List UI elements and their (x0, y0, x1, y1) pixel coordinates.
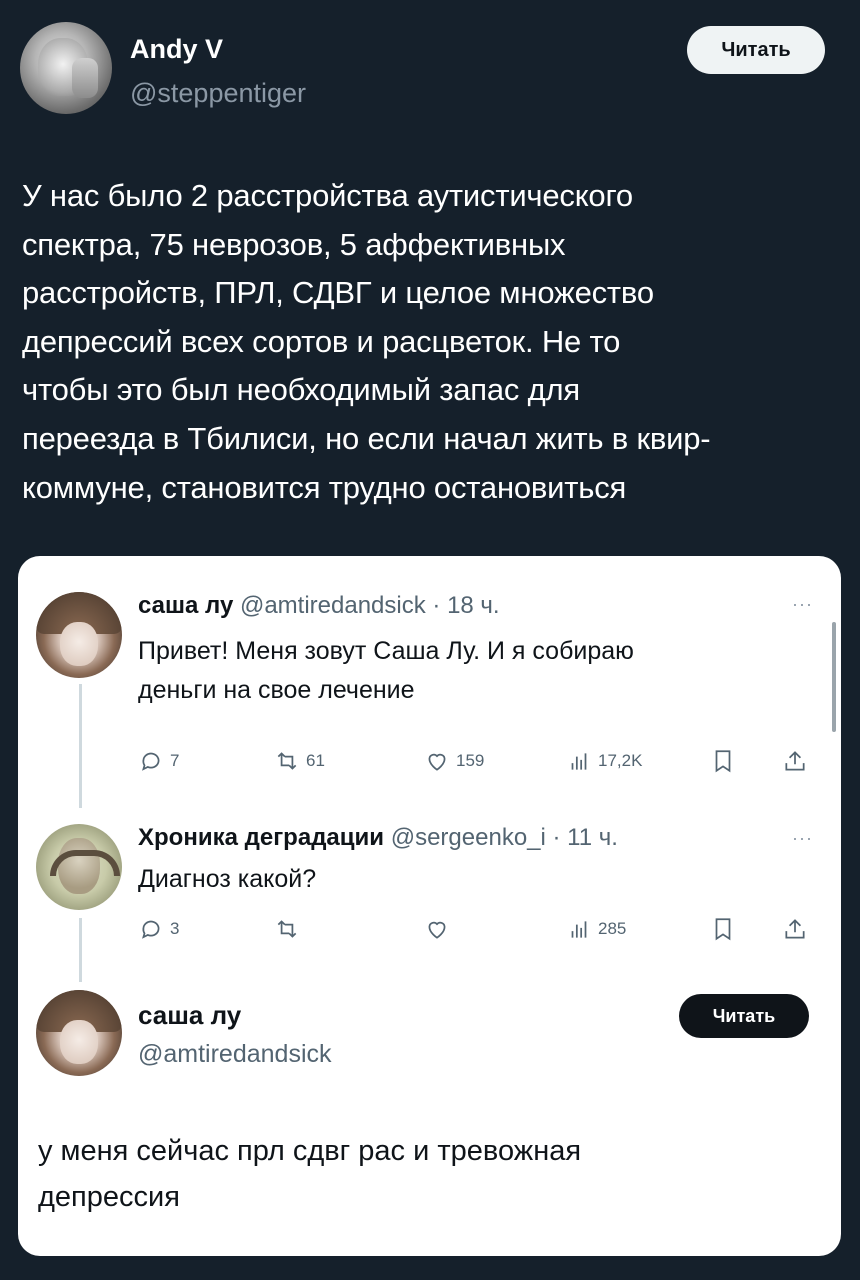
reply-button[interactable]: 3 (138, 914, 179, 944)
repost-button[interactable] (274, 914, 306, 944)
repost-button[interactable]: 61 (274, 746, 325, 776)
reply-count: 3 (170, 919, 180, 938)
tweet-text-line: расстройств, ПРЛ, СДВГ и целое множество (22, 275, 654, 311)
thread-line (79, 918, 82, 982)
views-button[interactable]: 17,2K (566, 746, 642, 776)
post2-avatar[interactable] (36, 824, 122, 910)
share-button[interactable] (782, 914, 808, 944)
views-icon (571, 921, 587, 938)
bookmark-icon (715, 750, 731, 773)
reply-count: 7 (170, 751, 180, 770)
post3-name[interactable]: саша лу (138, 1000, 241, 1031)
tweet-text-line: депрессий всех сортов и расцветок. Не то (22, 323, 621, 359)
headphones-icon (50, 850, 120, 876)
tweet-text-line: чтобы это был необходимый запас для (22, 372, 580, 408)
bookmark-button[interactable] (710, 914, 736, 944)
author-avatar[interactable] (20, 22, 112, 114)
repost-icon (277, 752, 297, 770)
post1-text-line: Привет! Меня зовут Саша Лу. И я собираю (138, 637, 634, 665)
post2-actions: 3 285 (138, 914, 828, 944)
heart-icon (428, 753, 446, 771)
like-count: 159 (456, 751, 485, 770)
bookmark-button[interactable] (710, 746, 736, 776)
post1-text: Привет! Меня зовут Саша Лу. И я собираю … (138, 632, 634, 710)
thread-line (79, 684, 82, 808)
tweet-text-line: спектра, 75 неврозов, 5 аффективных (22, 226, 566, 262)
post2-handle[interactable]: @sergeenko_i (391, 824, 546, 851)
post1-actions: 7 61 159 17,2K (138, 746, 828, 776)
views-count: 17,2K (598, 751, 643, 770)
post1-header: саша лу @amtiredandsick · 18 ч. (138, 592, 500, 620)
avatar-hand (72, 58, 98, 98)
post2-name[interactable]: Хроника деградации (138, 824, 384, 851)
follow-button[interactable]: Читать (687, 26, 825, 74)
like-button[interactable]: 159 (424, 746, 484, 776)
post3-text-line: депрессия (38, 1181, 180, 1213)
reply-icon (142, 920, 160, 939)
views-icon (571, 753, 587, 770)
share-icon (785, 751, 805, 771)
author-name[interactable]: Andy V (130, 34, 223, 65)
post1-avatar[interactable] (36, 592, 122, 678)
post2-more-icon[interactable]: ··· (792, 828, 813, 849)
post1-time: · 18 ч. (432, 592, 500, 619)
post2-time: · 11 ч. (552, 824, 618, 851)
post1-name[interactable]: саша лу (138, 592, 233, 619)
post3-text: у меня сейчас прл сдвг рас и тревожная д… (38, 1128, 818, 1220)
post1-more-icon[interactable]: ··· (792, 594, 813, 615)
share-button[interactable] (782, 746, 808, 776)
post3-text-line: у меня сейчас прл сдвг рас и тревожная (38, 1135, 582, 1167)
views-count: 285 (598, 919, 627, 938)
post2-header: Хроника деградации @sergeenko_i · 11 ч. (138, 824, 618, 852)
author-handle[interactable]: @steppentiger (130, 78, 306, 109)
share-icon (785, 919, 805, 939)
avatar-face (60, 622, 98, 666)
tweet-text-line: переезда в Тбилиси, но если начал жить в… (22, 420, 711, 456)
like-button[interactable] (424, 914, 456, 944)
views-button[interactable]: 285 (566, 914, 626, 944)
repost-icon (277, 920, 297, 938)
post3-follow-button[interactable]: Читать (679, 994, 809, 1038)
reply-button[interactable]: 7 (138, 746, 179, 776)
post1-text-line: деньги на свое лечение (138, 676, 415, 704)
post3-avatar[interactable] (36, 990, 122, 1076)
repost-count: 61 (306, 751, 325, 770)
post2-text: Диагноз какой? (138, 865, 317, 893)
avatar-face (60, 1020, 98, 1064)
tweet-text-line: У нас было 2 расстройства аутистического (22, 178, 633, 213)
embedded-screenshot[interactable]: саша лу @amtiredandsick · 18 ч. ··· Прив… (18, 556, 841, 1256)
reply-icon (142, 752, 160, 771)
post3-handle[interactable]: @amtiredandsick (138, 1040, 332, 1069)
tweet-text-line: коммуне, становится трудно остановиться (22, 469, 627, 505)
scrollbar[interactable] (832, 622, 836, 732)
bookmark-icon (715, 918, 731, 941)
heart-icon (428, 921, 446, 939)
tweet-text: У нас было 2 расстройства аутистического… (22, 172, 842, 512)
post1-handle[interactable]: @amtiredandsick (240, 592, 426, 619)
